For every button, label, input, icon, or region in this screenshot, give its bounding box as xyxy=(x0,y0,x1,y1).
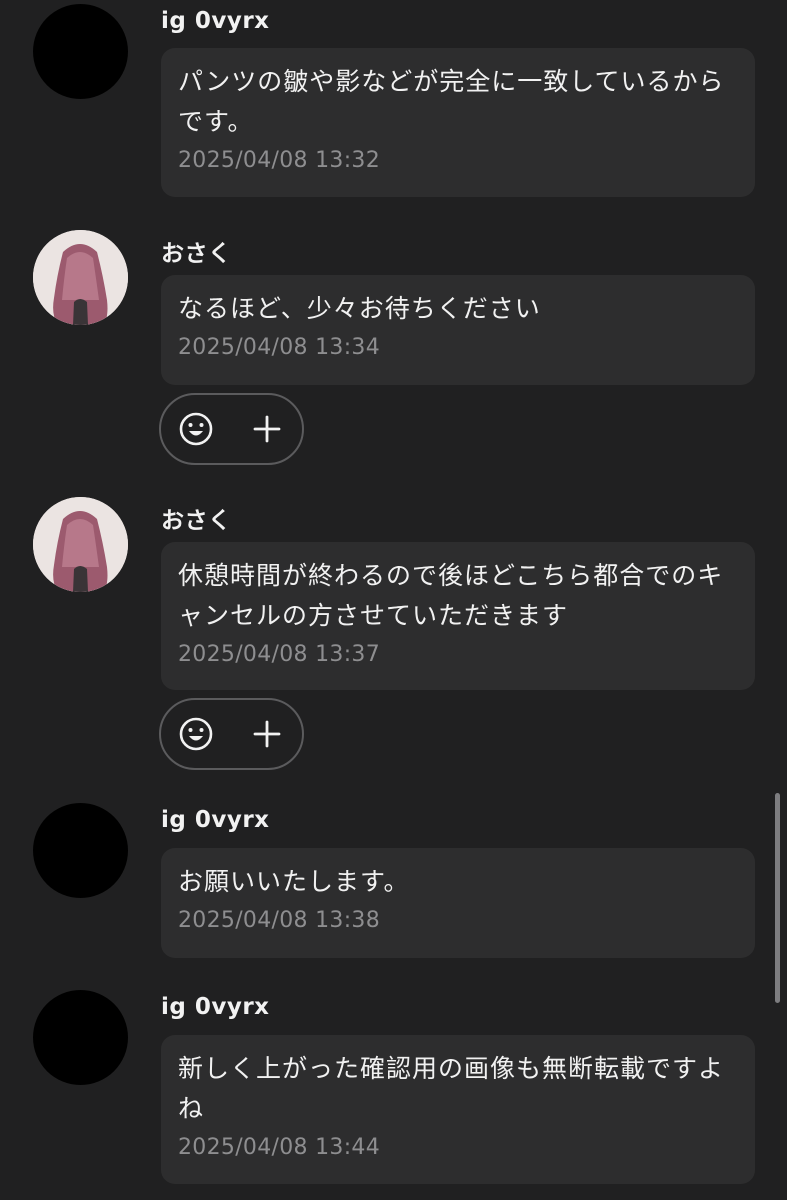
sender-name: おさく xyxy=(161,241,232,267)
add-more-button[interactable] xyxy=(232,700,303,768)
message-timestamp: 2025/04/08 13:37 xyxy=(178,642,380,667)
sender-name: おさく xyxy=(161,508,232,534)
avatar[interactable] xyxy=(33,497,128,592)
scrollbar[interactable] xyxy=(775,793,780,1003)
message-text: パンツの皺や影などが完全に一致しているからです。 xyxy=(178,67,725,136)
plus-icon xyxy=(253,415,281,443)
add-reaction-button[interactable] xyxy=(161,395,232,463)
reaction-bar xyxy=(159,393,304,465)
message-timestamp: 2025/04/08 13:34 xyxy=(178,335,380,360)
message-timestamp: 2025/04/08 13:44 xyxy=(178,1135,380,1160)
avatar-photo xyxy=(33,497,128,592)
smiley-face-icon xyxy=(179,412,213,446)
message-bubble[interactable]: お願いいたします。 2025/04/08 13:38 xyxy=(161,848,755,958)
plus-icon xyxy=(253,720,281,748)
message-bubble[interactable]: パンツの皺や影などが完全に一致しているからです。 2025/04/08 13:3… xyxy=(161,48,755,197)
message-bubble[interactable]: 休憩時間が終わるので後ほどこちら都合でのキャンセルの方させていただきます 202… xyxy=(161,542,755,690)
add-reaction-button[interactable] xyxy=(161,700,232,768)
message-timestamp: 2025/04/08 13:32 xyxy=(178,148,380,173)
avatar[interactable] xyxy=(33,4,128,99)
message-text: 休憩時間が終わるので後ほどこちら都合でのキャンセルの方させていただきます xyxy=(178,561,724,630)
avatar[interactable] xyxy=(33,230,128,325)
chat-screen: ig 0vyrx パンツの皺や影などが完全に一致しているからです。 2025/0… xyxy=(0,0,787,1200)
sender-name: ig 0vyrx xyxy=(161,8,270,34)
message-bubble[interactable]: 新しく上がった確認用の画像も無断転載ですよね 2025/04/08 13:44 xyxy=(161,1035,755,1184)
avatar[interactable] xyxy=(33,990,128,1085)
avatar-photo xyxy=(33,230,128,325)
add-more-button[interactable] xyxy=(232,395,303,463)
sender-name: ig 0vyrx xyxy=(161,807,270,833)
sender-name: ig 0vyrx xyxy=(161,994,270,1020)
message-timestamp: 2025/04/08 13:38 xyxy=(178,908,380,933)
message-text: なるほど、少々お待ちください xyxy=(178,294,541,323)
reaction-bar xyxy=(159,698,304,770)
message-bubble[interactable]: なるほど、少々お待ちください 2025/04/08 13:34 xyxy=(161,275,755,385)
smiley-face-icon xyxy=(179,717,213,751)
message-text: 新しく上がった確認用の画像も無断転載ですよね xyxy=(178,1054,725,1123)
avatar[interactable] xyxy=(33,803,128,898)
message-text: お願いいたします。 xyxy=(178,867,410,896)
